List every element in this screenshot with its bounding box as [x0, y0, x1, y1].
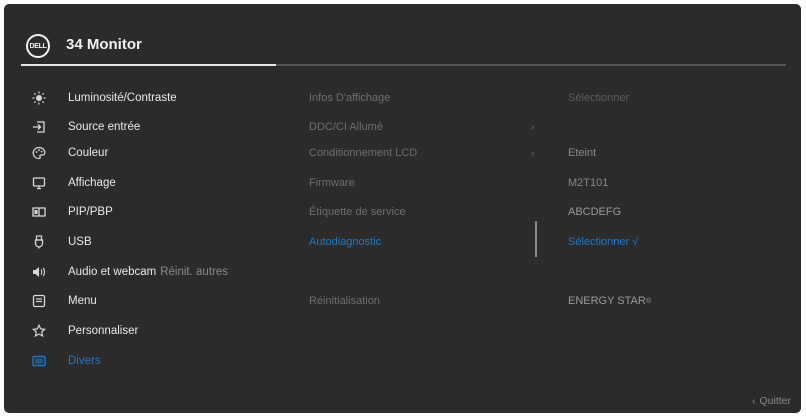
osd-header: DELL 34 Monitor [4, 4, 801, 68]
menu-item-label: Menu [68, 295, 97, 307]
audio-webcam-icon [32, 265, 46, 279]
menu-item-pip-pbp[interactable]: PIP/PBP [32, 202, 113, 222]
monitor-title: 34 Monitor [66, 36, 142, 53]
menu-item-personnaliser[interactable]: Personnaliser [32, 321, 138, 341]
submenu-ddc-ci[interactable]: DDC/CI Allumé [309, 117, 383, 137]
menu-item-label: USB [68, 236, 92, 248]
menu-item-label: Luminosité/Contraste [68, 92, 177, 104]
value-energy-star: ENERGY STAR ® [568, 291, 651, 311]
submenu-autodiagnostic[interactable]: Autodiagnostic [309, 232, 381, 252]
dell-logo: DELL [26, 34, 50, 58]
usb-icon [32, 235, 46, 249]
menu-item-sublabel: Réinit. autres [160, 266, 228, 278]
chevron-right-icon: › [531, 147, 535, 159]
menu-item-label: Audio et webcam [68, 266, 157, 278]
menu-item-label: Affichage [68, 177, 116, 189]
monitor-osd-window: DELL 34 Monitor Luminosité/Contraste Sou… [4, 4, 801, 413]
others-icon [32, 354, 46, 368]
menu-icon [32, 294, 46, 308]
menu-item-divers[interactable]: Divers [32, 351, 101, 371]
menu-item-luminosite-contraste[interactable]: Luminosité/Contraste [32, 88, 177, 108]
menu-item-affichage[interactable]: Affichage [32, 173, 116, 193]
selection-indicator-bar [535, 221, 537, 257]
menu-item-label: Source entrée [68, 121, 141, 133]
value-infos-affichage[interactable]: Sélectionner [568, 88, 629, 108]
menu-item-label: Personnaliser [68, 325, 139, 337]
header-divider-active-segment [21, 64, 276, 66]
value-firmware: M2T101 [568, 177, 609, 189]
submenu-conditionnement-lcd[interactable]: Conditionnement LCD [309, 143, 417, 163]
color-icon [32, 146, 46, 160]
menu-item-usb[interactable]: USB [32, 232, 92, 252]
value-conditionnement-lcd: Eteint [568, 147, 597, 159]
value-service-tag: ABCDEFG [568, 206, 622, 218]
menu-item-couleur[interactable]: Couleur [32, 143, 108, 163]
brightness-icon [32, 91, 46, 105]
menu-item-menu[interactable]: Menu [32, 291, 97, 311]
submenu-firmware: Firmware [309, 177, 355, 189]
submenu-etiquette-service: Étiquette de service [309, 206, 406, 218]
submenu-infos-affichage[interactable]: Infos D'affichage [309, 88, 390, 108]
menu-item-label: Divers [68, 355, 101, 367]
menu-item-audio-webcam[interactable]: Audio et webcam Réinit. autres [32, 262, 228, 282]
pip-pbp-icon [32, 205, 46, 219]
chevron-left-icon: ‹ [752, 395, 756, 407]
quit-label: Quitter [759, 395, 791, 407]
registered-mark: ® [645, 297, 652, 305]
value-autodiagnostic-select[interactable]: Sélectionner √ [568, 232, 638, 252]
menu-item-source-entree[interactable]: Source entrée [32, 117, 140, 137]
chevron-right-icon: › [531, 121, 535, 133]
star-icon [32, 324, 46, 338]
quit-button[interactable]: ‹ Quitter [752, 395, 791, 407]
submenu-reinitialisation[interactable]: Réinitialisation [309, 291, 380, 311]
input-source-icon [32, 120, 46, 134]
energy-star-label: ENERGY STAR [568, 295, 646, 307]
display-icon [32, 176, 46, 190]
menu-item-label: PIP/PBP [68, 206, 113, 218]
menu-item-label: Couleur [68, 147, 109, 159]
